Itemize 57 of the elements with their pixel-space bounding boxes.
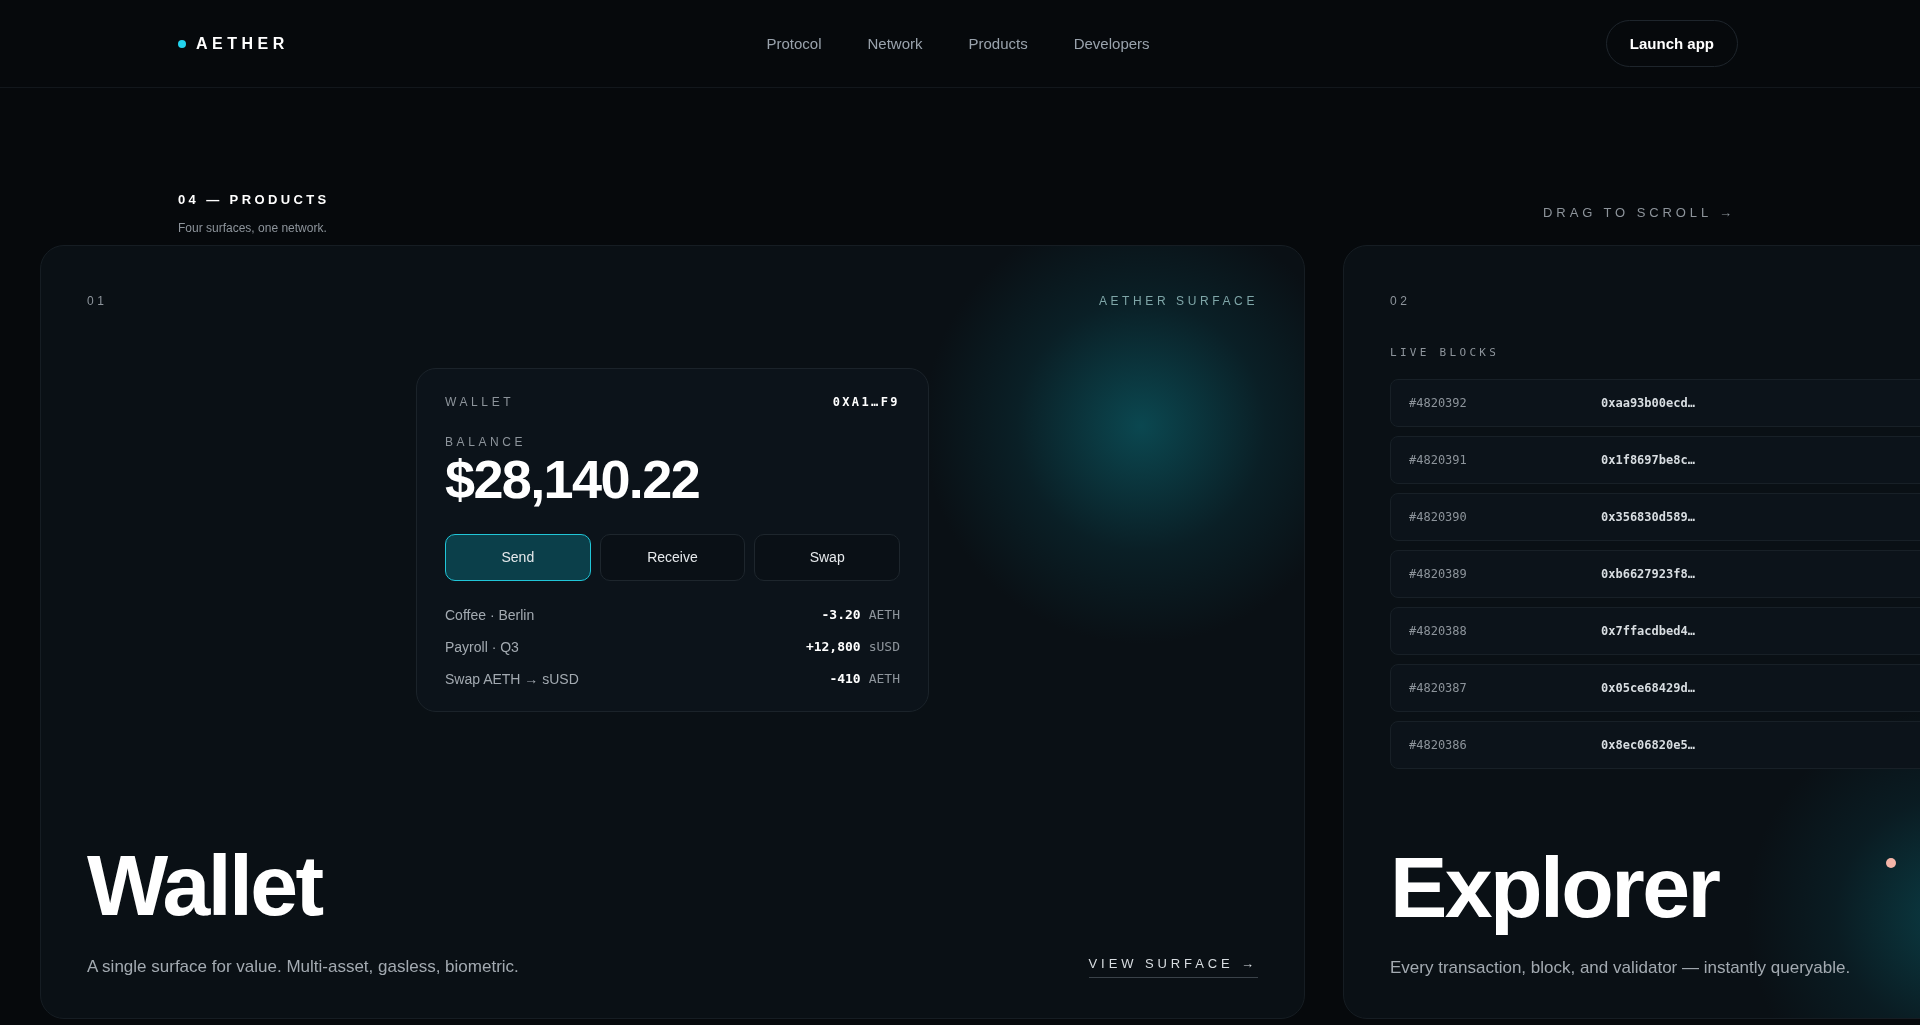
wallet-action-button[interactable]: Receive [599,533,746,581]
wallet-address: 0XA1…F9 [832,395,900,409]
block-hash: 0x8ec06820e5… [1601,738,1695,752]
block-row[interactable]: #4820388 0x7ffacdbed4… [1390,607,1920,655]
drag-hint: DRAG TO SCROLL → [1543,205,1736,220]
block-number: #4820386 [1409,738,1468,752]
block-hash: 0x05ce68429d… [1601,681,1695,695]
transaction-amount: -410 [829,671,861,687]
balance-label: BALANCE [445,435,528,449]
wallet-action-button[interactable]: Send [445,533,591,581]
block-number: #4820392 [1409,396,1468,410]
block-number: #4820387 [1409,681,1468,695]
block-row[interactable]: #4820390 0x356830d589… [1390,493,1920,541]
transaction-unit: sUSD [868,639,900,655]
card-index: 01 [87,294,108,308]
launch-app-button[interactable]: Launch app [1605,20,1738,67]
card-tag: AETHER SURFACE [1098,294,1258,308]
transaction-unit: AETH [868,607,900,623]
nav-link[interactable]: Protocol [766,35,822,52]
transaction-amount: +12,800 [805,639,861,655]
logo-dot-icon [178,39,186,48]
transaction-amount: -3.20 [821,607,861,623]
transaction-name: Swap AETH → sUSD [445,670,579,687]
nav-link[interactable]: Products [968,35,1028,52]
card-description: Every transaction, block, and validator — instantly queryable. [1390,958,1851,978]
wallet-action-button[interactable]: Swap [754,533,900,581]
block-number: #4820391 [1409,453,1468,467]
block-hash: 0xb6627923f8… [1601,567,1695,581]
block-row[interactable]: #4820392 0xaa93b00ecd… [1390,379,1920,427]
block-row[interactable]: #4820391 0x1f8697be8c… [1390,436,1920,484]
block-number: #4820388 [1409,624,1468,638]
block-hash: 0x356830d589… [1601,510,1695,524]
dot-icon [1886,858,1896,868]
section-subtitle: Four surfaces, one network. [178,221,328,235]
logo[interactable]: AETHER [196,34,289,53]
card-title: Explorer [1390,839,1719,935]
transaction-name: Payroll · Q3 [445,638,519,655]
block-hash: 0x1f8697be8c… [1601,453,1695,467]
block-row[interactable]: #4820387 0x05ce68429d… [1390,664,1920,712]
balance-amount: $28,140.22 [445,451,701,508]
nav-link[interactable]: Network [867,35,923,52]
card-index: 02 [1390,294,1411,308]
view-surface-link[interactable]: VIEW SURFACE → [1088,956,1258,978]
block-row[interactable]: #4820389 0xb6627923f8… [1390,550,1920,598]
transaction-unit: AETH [868,671,900,687]
nav-link[interactable]: Developers [1073,35,1150,52]
blocks-label: LIVE BLOCKS [1390,346,1501,359]
card-title: Wallet [87,837,322,933]
section-label: 04 — PRODUCTS [178,192,330,207]
block-hash: 0x7ffacdbed4… [1601,624,1695,638]
block-number: #4820389 [1409,567,1468,581]
block-number: #4820390 [1409,510,1468,524]
card-description: A single surface for value. Multi-asset, gasless, biometric. [87,957,519,977]
block-hash: 0xaa93b00ecd… [1601,396,1695,410]
wallet-label: WALLET [445,395,515,409]
transaction-name: Coffee · Berlin [445,606,535,623]
block-row[interactable]: #4820386 0x8ec06820e5… [1390,721,1920,769]
